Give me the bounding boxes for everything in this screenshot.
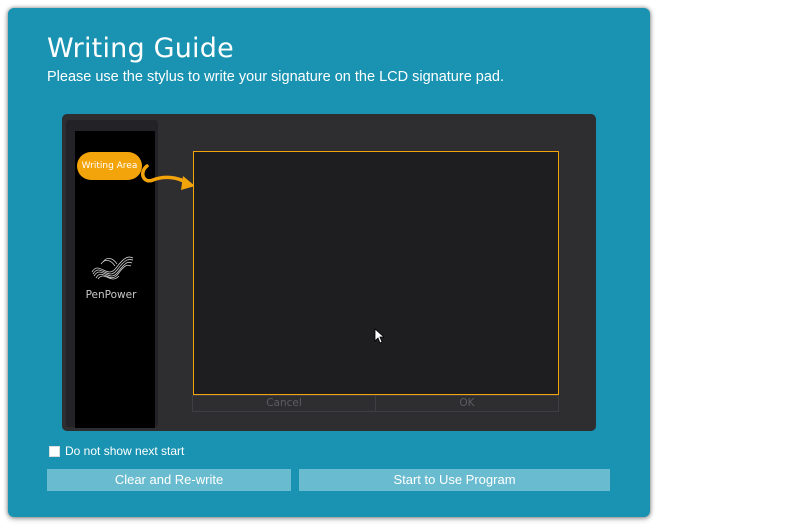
- writing-area[interactable]: [193, 151, 559, 395]
- page-title: Writing Guide: [47, 33, 234, 64]
- start-program-button[interactable]: Start to Use Program: [299, 469, 610, 491]
- page: Writing Guide Please use the stylus to w…: [0, 0, 800, 528]
- penpower-logo-icon: [91, 256, 134, 280]
- do-not-show-checkbox[interactable]: [49, 445, 60, 457]
- brand-label: PenPower: [85, 289, 137, 301]
- do-not-show-option[interactable]: Do not show next start: [49, 443, 184, 459]
- do-not-show-label: Do not show next start: [65, 444, 185, 458]
- writing-guide-window: Writing Guide Please use the stylus to w…: [8, 8, 650, 517]
- instruction-text: Please use the stylus to write your sign…: [47, 69, 505, 85]
- signature-pad-illustration: PenPower Writing Area Cancel OK: [62, 114, 596, 431]
- pad-cancel-button: Cancel: [266, 397, 302, 409]
- mouse-pointer-icon: [374, 328, 384, 344]
- curved-arrow-icon: [141, 164, 195, 190]
- pad-ok-button: OK: [375, 396, 558, 411]
- writing-area-callout: Writing Area: [77, 152, 142, 180]
- pad-button-bar: Cancel OK: [192, 395, 559, 412]
- clear-rewrite-button[interactable]: Clear and Re-write: [47, 469, 291, 491]
